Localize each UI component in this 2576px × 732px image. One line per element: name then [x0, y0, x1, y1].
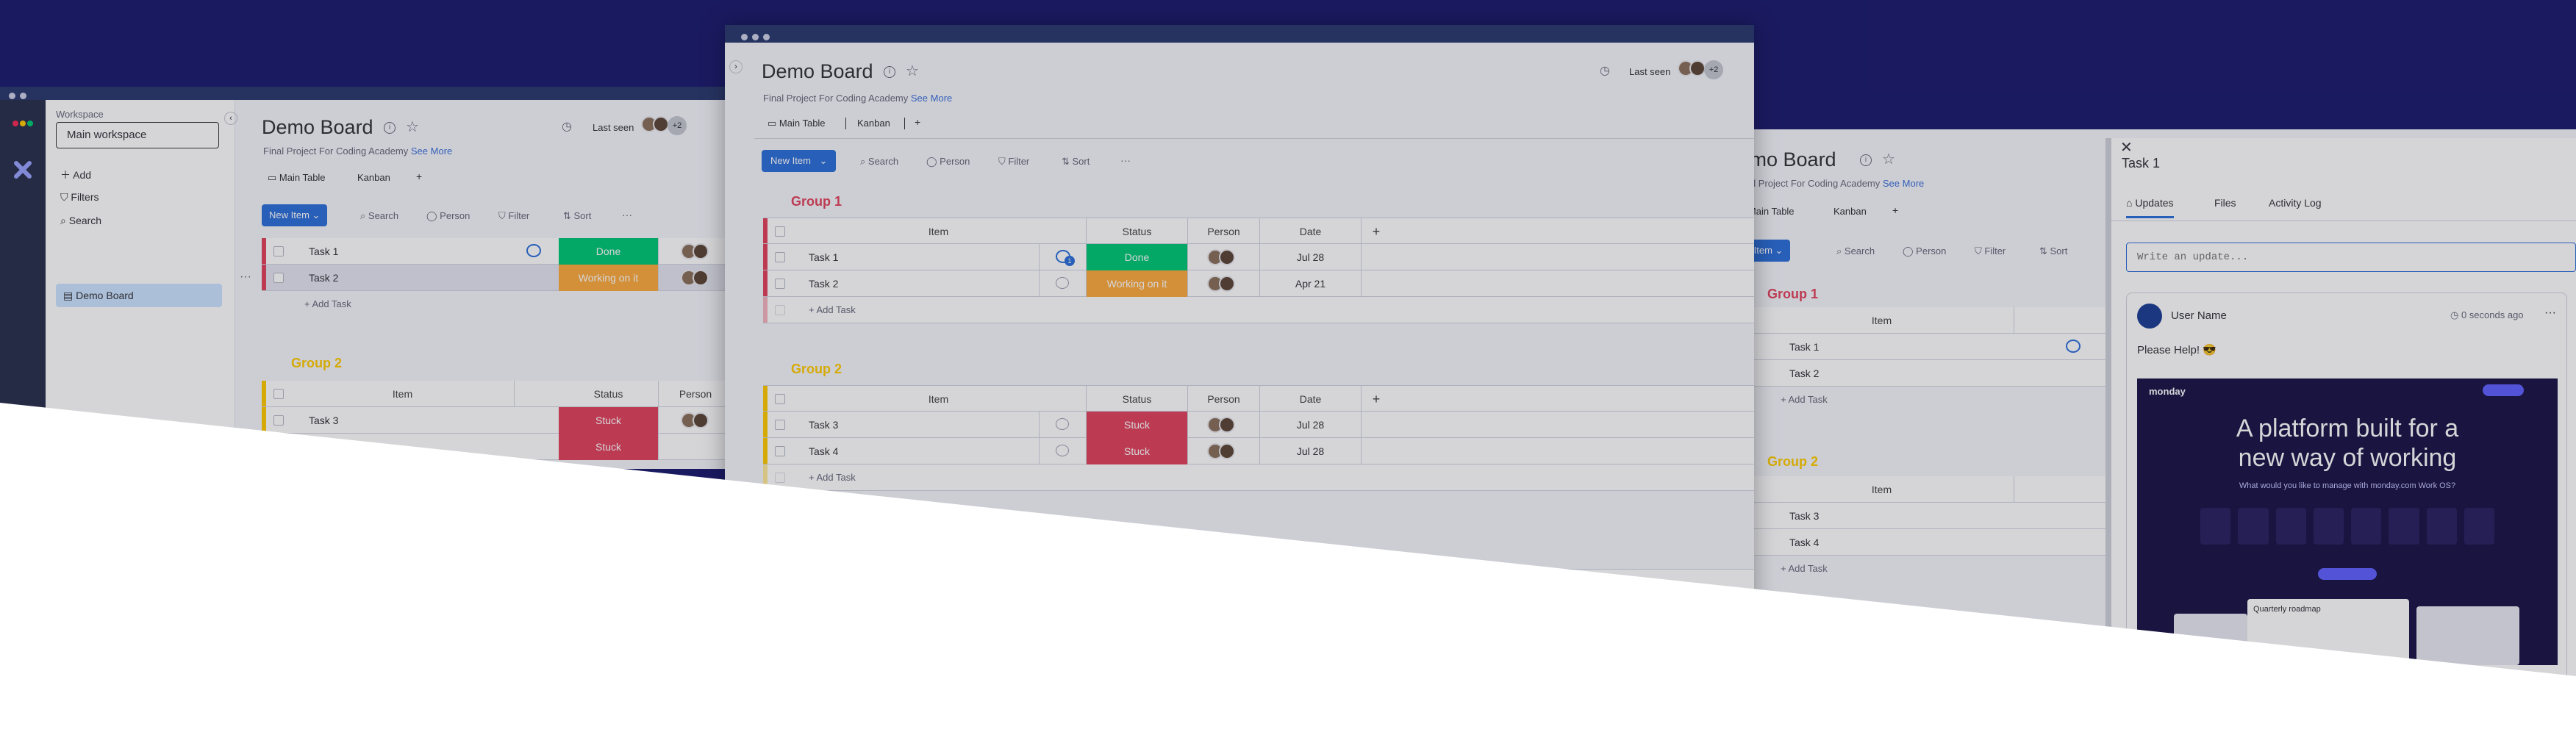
diagonal-white-wedge: [0, 403, 2576, 732]
